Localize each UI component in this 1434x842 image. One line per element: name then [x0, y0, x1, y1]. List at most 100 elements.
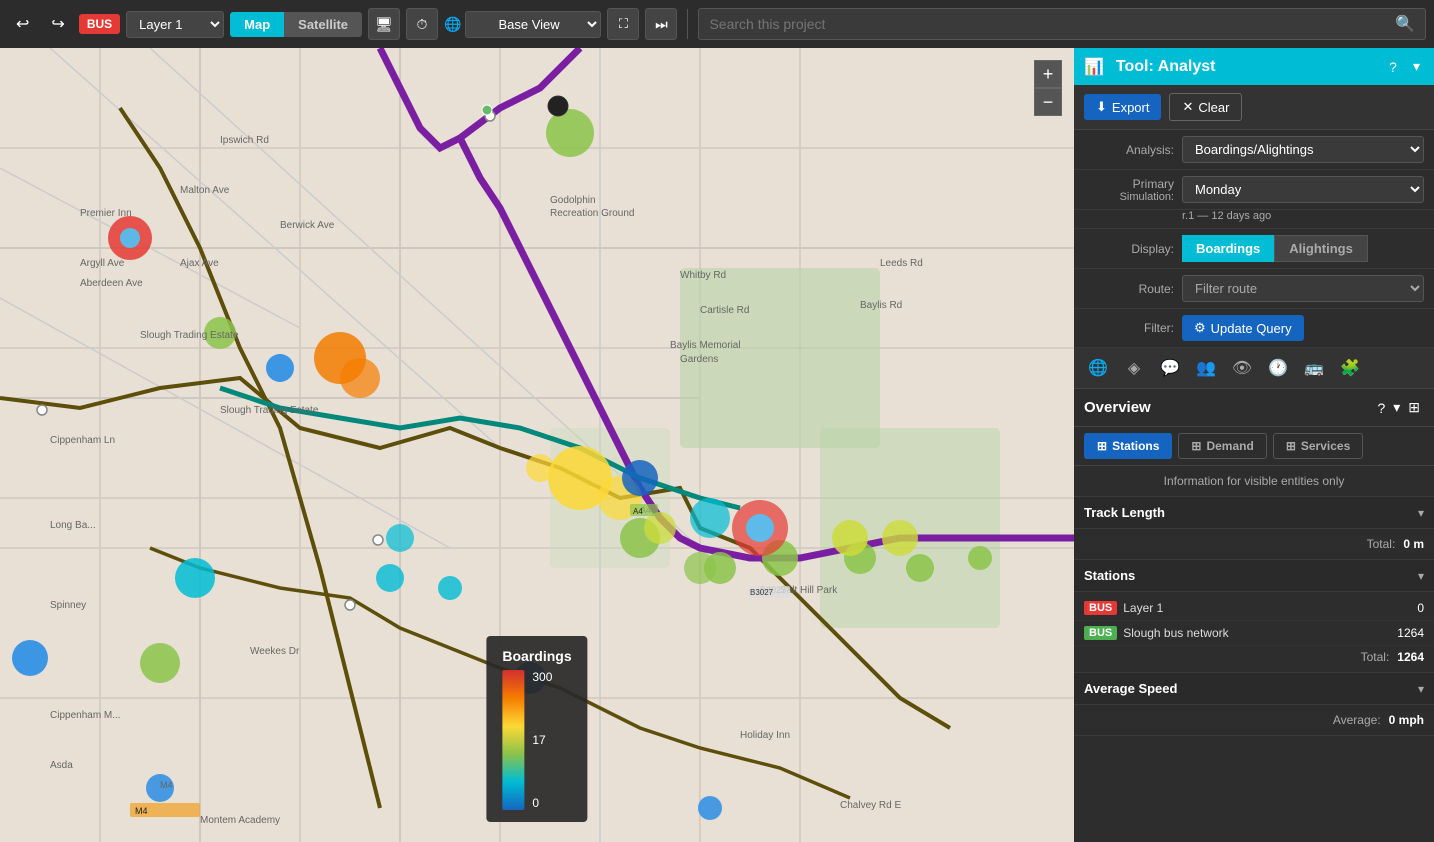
layers-icon-button[interactable]: ◈	[1120, 354, 1148, 382]
search-input[interactable]	[709, 16, 1395, 32]
globe-icon-button[interactable]: 🌐	[1084, 354, 1112, 382]
zoom-out-button[interactable]: −	[1034, 88, 1062, 116]
history-icon-button[interactable]: 🕐	[1264, 354, 1292, 382]
fast-forward-icon[interactable]: ⏭	[645, 8, 677, 40]
simulation-select[interactable]: Monday	[1182, 176, 1424, 203]
main-toolbar: ↩ ↪ BUS Layer 1 Map Satellite 🖥 ⏱ 🌐 Base…	[0, 0, 1434, 48]
svg-text:Chalvey Rd E: Chalvey Rd E	[840, 800, 901, 811]
avg-speed-label: Average:	[1333, 713, 1381, 727]
legend-gradient	[502, 670, 524, 810]
display-label: Display:	[1084, 242, 1174, 256]
tab-stations[interactable]: ⊞ Stations	[1084, 433, 1172, 459]
track-total-value: 0 m	[1403, 537, 1424, 551]
svg-text:Cippenham M...: Cippenham M...	[50, 710, 121, 721]
map-zoom-controls: + −	[1034, 60, 1062, 116]
display-row: Display: Boardings Alightings	[1074, 229, 1434, 269]
stations-chevron: ▾	[1418, 569, 1424, 583]
layer1-station-row: BUS Layer 1 0	[1074, 596, 1434, 621]
svg-text:Slough Trading Estate: Slough Trading Estate	[140, 330, 239, 341]
layer-select[interactable]: Layer 1	[126, 11, 224, 38]
overview-tabs: ⊞ Stations ⊞ Demand ⊞ Services	[1074, 427, 1434, 466]
svg-text:Ajax Ave: Ajax Ave	[180, 258, 219, 269]
alightings-button[interactable]: Alightings	[1274, 235, 1368, 262]
chat-icon-button[interactable]: 💬	[1156, 354, 1184, 382]
simulation-label: Simulation:	[1084, 191, 1174, 203]
zoom-in-button[interactable]: +	[1034, 60, 1062, 88]
right-panel: 📊 Tool: Analyst ? ▾ ⬇ Export ✕ Clear Ana…	[1074, 48, 1434, 842]
overview-help-button[interactable]: ?	[1373, 398, 1389, 418]
satellite-button[interactable]: Satellite	[284, 12, 362, 37]
svg-text:Argyll Ave: Argyll Ave	[80, 258, 125, 269]
svg-text:Aberdeen Ave: Aberdeen Ave	[80, 278, 143, 289]
track-length-section-header[interactable]: Track Length ▾	[1074, 497, 1434, 529]
redo-button[interactable]: ↪	[43, 10, 72, 38]
overview-grid-button[interactable]: ⊞	[1404, 397, 1424, 418]
avg-speed-section-header[interactable]: Average Speed ▾	[1074, 673, 1434, 705]
clear-label: Clear	[1198, 100, 1229, 115]
search-icon: 🔍	[1395, 14, 1415, 34]
slough-badge: BUS	[1084, 626, 1117, 640]
overview-header: Overview ? ▾ ⊞	[1074, 389, 1434, 427]
svg-text:Baylis Rd: Baylis Rd	[860, 300, 902, 311]
track-length-title: Track Length	[1084, 505, 1418, 520]
legend-title: Boardings	[502, 648, 571, 664]
filter-label: Filter:	[1084, 321, 1174, 335]
legend-min-value: 0	[532, 796, 552, 810]
monitor-icon[interactable]: 🖥	[368, 8, 400, 40]
map-button[interactable]: Map	[230, 12, 284, 37]
demand-tab-icon: ⊞	[1191, 439, 1201, 453]
svg-text:Ipswich Rd: Ipswich Rd	[220, 135, 269, 146]
layer1-badge: BUS	[1084, 601, 1117, 615]
analysis-select[interactable]: Boardings/Alightings	[1182, 136, 1424, 163]
base-view-select[interactable]: Base View	[465, 11, 601, 38]
layer-badge: BUS	[79, 14, 120, 34]
stations-section-header[interactable]: Stations ▾	[1074, 560, 1434, 592]
svg-text:Berwick Ave: Berwick Ave	[280, 220, 335, 231]
svg-text:Spinney: Spinney	[50, 600, 86, 611]
stations-total-value: 1264	[1397, 650, 1424, 664]
update-query-button[interactable]: ⚙ Update Query	[1182, 315, 1304, 341]
fullscreen-button[interactable]: ⛶	[607, 8, 639, 40]
analyst-header: 📊 Tool: Analyst ? ▾	[1074, 48, 1434, 85]
export-button[interactable]: ⬇ Export	[1084, 94, 1161, 120]
svg-text:Whitby Rd: Whitby Rd	[680, 270, 726, 281]
services-tab-label: Services	[1301, 439, 1350, 453]
track-total-label: Total:	[1367, 537, 1396, 551]
avg-speed-value: 0 mph	[1389, 713, 1424, 727]
stations-tab-icon: ⊞	[1097, 439, 1107, 453]
clear-icon: ✕	[1182, 99, 1193, 115]
main-area: Ipswich Rd Premier Inn Malton Ave Berwic…	[0, 48, 1434, 842]
clock-icon[interactable]: ⏱	[406, 8, 438, 40]
route-row: Route: Filter route	[1074, 269, 1434, 309]
tab-services[interactable]: ⊞ Services	[1273, 433, 1363, 459]
map-legend: Boardings 300 17 0	[486, 636, 587, 822]
svg-text:Weekes Dr: Weekes Dr	[250, 646, 300, 657]
legend-labels: 300 17 0	[532, 670, 552, 810]
layer1-name: Layer 1	[1123, 601, 1417, 615]
avg-speed-title: Average Speed	[1084, 681, 1418, 696]
export-icon: ⬇	[1096, 99, 1107, 115]
simulation-label-stack: Primary Simulation:	[1084, 177, 1174, 203]
stations-content: BUS Layer 1 0 BUS Slough bus network 126…	[1074, 592, 1434, 673]
puzzle-icon-button[interactable]: 🧩	[1336, 354, 1364, 382]
analyst-help-button[interactable]: ?	[1385, 57, 1401, 77]
undo-button[interactable]: ↩	[8, 10, 37, 38]
analyst-expand-button[interactable]: ▾	[1409, 56, 1424, 77]
map-area[interactable]: Ipswich Rd Premier Inn Malton Ave Berwic…	[0, 48, 1074, 842]
stations-section-title: Stations	[1084, 568, 1418, 583]
simulation-row: Primary Simulation: Monday	[1074, 170, 1434, 210]
info-text: Information for visible entities only	[1074, 466, 1434, 497]
overview-expand-button[interactable]: ▾	[1389, 397, 1404, 418]
bus-icon-button[interactable]: 🚌	[1300, 354, 1328, 382]
boardings-button[interactable]: Boardings	[1182, 235, 1274, 262]
tab-demand[interactable]: ⊞ Demand	[1178, 433, 1266, 459]
clear-button[interactable]: ✕ Clear	[1169, 93, 1242, 121]
eye-icon-button[interactable]: 👁	[1228, 354, 1256, 382]
avg-speed-row: Average: 0 mph	[1074, 709, 1434, 731]
route-select[interactable]: Filter route	[1182, 275, 1424, 302]
people-icon-button[interactable]: 👥	[1192, 354, 1220, 382]
analyst-title: Tool: Analyst	[1116, 58, 1377, 76]
overview-title: Overview	[1084, 399, 1373, 416]
track-length-chevron: ▾	[1418, 506, 1424, 520]
map-satellite-toggle: Map Satellite	[230, 12, 362, 37]
